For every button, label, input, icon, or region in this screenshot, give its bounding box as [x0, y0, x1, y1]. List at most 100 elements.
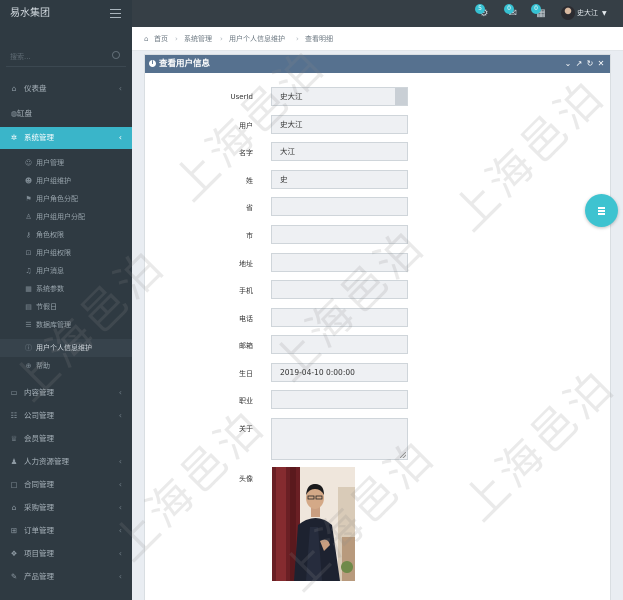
- userid-field[interactable]: 史大江: [271, 87, 408, 106]
- sidebar-item-globe[interactable]: ◍ 缸盘: [0, 103, 132, 125]
- user-group-icon: ♙: [25, 213, 32, 221]
- breadcrumb-separator: ›: [175, 35, 178, 43]
- chevron-left-icon: ‹: [118, 526, 122, 535]
- panel-header: i 查看用户信息 ⌄ ↗ ↻ ✕: [145, 55, 610, 73]
- breadcrumb-system[interactable]: 系统管理: [184, 27, 212, 51]
- sidebar-item-system[interactable]: ✲ 系统管理 ‹: [0, 127, 132, 149]
- label-avatar: 头像: [239, 475, 253, 483]
- about-textarea[interactable]: [271, 418, 408, 460]
- breadcrumb-personal-info[interactable]: 用户个人信息维护: [229, 27, 285, 51]
- gears-icon: ✲: [10, 133, 18, 142]
- top-bar: 易水集团 ⚙ 5 ✉ 0 ▦ 0 史大江 ▼: [0, 0, 623, 27]
- user-avatar[interactable]: [561, 6, 575, 20]
- chevron-left-icon: ‹: [118, 84, 122, 93]
- label-email: 邮箱: [239, 342, 253, 350]
- user-icon: ☺: [24, 159, 33, 167]
- info-icon: ⓘ: [25, 344, 32, 352]
- sidebar-sub-role-assign[interactable]: ⚑ 用户角色分配: [0, 190, 132, 208]
- cart-icon: ⊞: [10, 526, 18, 535]
- avatar-photo: [272, 467, 355, 581]
- sidebar-item-project[interactable]: ❖ 项目管理 ‹: [0, 543, 132, 565]
- info-icon: i: [149, 60, 156, 67]
- breadcrumb-home[interactable]: 首页: [154, 27, 168, 51]
- book-icon: ▭: [10, 388, 18, 397]
- sidebar-sub-personal-info[interactable]: ⓘ 用户个人信息维护: [0, 339, 132, 357]
- chevron-left-icon: ‹: [118, 572, 122, 581]
- expand-icon[interactable]: ↗: [575, 55, 583, 73]
- chevron-left-icon: ‹: [118, 503, 122, 512]
- bell-icon: ♫: [25, 267, 32, 275]
- chevron-left-icon: ‹: [118, 480, 122, 489]
- help-icon: ⊕: [25, 362, 32, 370]
- panel-title: 查看用户信息: [159, 59, 211, 69]
- label-phone: 电话: [239, 315, 253, 323]
- tasks-badge: 5: [475, 4, 485, 14]
- users-icon: ☻: [24, 177, 33, 185]
- key-icon: ⚷: [25, 231, 32, 239]
- menu-line-icon: [598, 207, 605, 209]
- people-icon: ♟: [10, 457, 18, 466]
- label-birthday: 生日: [239, 370, 253, 378]
- label-firstname: 名字: [239, 149, 253, 157]
- sidebar-sub-group-user-assign[interactable]: ♙ 用户组用户分配: [0, 208, 132, 226]
- menu-line-icon: [598, 210, 605, 212]
- sidebar-item-hr[interactable]: ♟ 人力资源管理 ‹: [0, 451, 132, 473]
- dropdown-handle[interactable]: [395, 88, 407, 105]
- flag-icon: ⚑: [25, 195, 32, 203]
- sidebar-sub-role-perm[interactable]: ⚷ 角色权限: [0, 226, 132, 244]
- calendar-icon: ▤: [25, 303, 32, 311]
- label-user: 用户: [239, 122, 253, 130]
- sidebar-item-company[interactable]: ☷ 公司管理 ‹: [0, 405, 132, 427]
- sidebar-sub-help[interactable]: ⊕ 帮助: [0, 357, 132, 375]
- trophy-icon: ♕: [10, 434, 18, 443]
- refresh-icon[interactable]: ↻: [586, 55, 594, 73]
- label-userid: UserId: [230, 93, 253, 101]
- phone-field[interactable]: [271, 308, 408, 327]
- sidebar-sub-database[interactable]: ☰ 数据库管理: [0, 316, 132, 334]
- user-caret-icon[interactable]: ▼: [602, 0, 607, 28]
- sidebar-item-dashboard[interactable]: ⌂ 仪表盘 ‹: [0, 78, 132, 100]
- sidebar-sub-sys-param[interactable]: ▦ 系统参数: [0, 280, 132, 298]
- sidebar-search[interactable]: 搜索...: [6, 47, 126, 67]
- occupation-field[interactable]: [271, 390, 408, 409]
- label-city: 市: [246, 232, 253, 240]
- sidebar-sub-group-maintain[interactable]: ☻ 用户组维护: [0, 172, 132, 190]
- email-field[interactable]: [271, 335, 408, 354]
- grid-icon: ▦: [25, 285, 32, 293]
- user-info-panel: i 查看用户信息 ⌄ ↗ ↻ ✕: [144, 54, 611, 600]
- close-icon[interactable]: ✕: [597, 55, 605, 73]
- sidebar-item-member[interactable]: ♕ 会员管理: [0, 428, 132, 450]
- resize-grip-icon[interactable]: [400, 452, 406, 458]
- search-input[interactable]: 搜索...: [10, 52, 31, 62]
- search-icon[interactable]: [112, 51, 120, 59]
- user-field[interactable]: 史大江: [271, 115, 408, 134]
- label-about: 关于: [239, 425, 253, 433]
- sidebar-sub-user-msg[interactable]: ♫ 用户消息: [0, 262, 132, 280]
- floating-menu-button[interactable]: [585, 194, 618, 227]
- sitemap-icon: ☷: [10, 411, 18, 420]
- collapse-icon[interactable]: ⌄: [564, 55, 572, 73]
- chevron-left-icon: ‹: [118, 388, 122, 397]
- user-name[interactable]: 史大江: [577, 0, 598, 27]
- province-field[interactable]: [271, 197, 408, 216]
- sidebar-item-content[interactable]: ▭ 内容管理 ‹: [0, 382, 132, 404]
- sidebar-sub-holiday[interactable]: ▤ 节假日: [0, 298, 132, 316]
- menu-line-icon: [598, 213, 605, 215]
- sidebar-sub-group-perm[interactable]: ⊡ 用户组权限: [0, 244, 132, 262]
- menu-toggle-icon[interactable]: [110, 9, 121, 18]
- home-icon[interactable]: ⌂: [144, 27, 148, 51]
- breadcrumb: ⌂ 首页 › 系统管理 › 用户个人信息维护 › 查看明细: [132, 27, 623, 51]
- cubes-icon: ❖: [10, 549, 18, 558]
- sidebar-item-purchase[interactable]: ⌂ 采购管理 ‹: [0, 497, 132, 519]
- sidebar-item-contract[interactable]: ▢ 合同管理 ‹: [0, 474, 132, 496]
- sidebar-sub-user-manage[interactable]: ☺ 用户管理: [0, 154, 132, 172]
- lastname-field[interactable]: 史: [271, 170, 408, 189]
- sidebar-item-order[interactable]: ⊞ 订单管理 ‹: [0, 520, 132, 542]
- address-field[interactable]: [271, 253, 408, 272]
- city-field[interactable]: [271, 225, 408, 244]
- sidebar-item-product[interactable]: ✎ 产品管理 ‹: [0, 566, 132, 588]
- firstname-field[interactable]: 大江: [271, 142, 408, 161]
- lock-icon: ⊡: [25, 249, 32, 257]
- mobile-field[interactable]: [271, 280, 408, 299]
- birthday-field[interactable]: 2019-04-10 0:00:00: [271, 363, 408, 382]
